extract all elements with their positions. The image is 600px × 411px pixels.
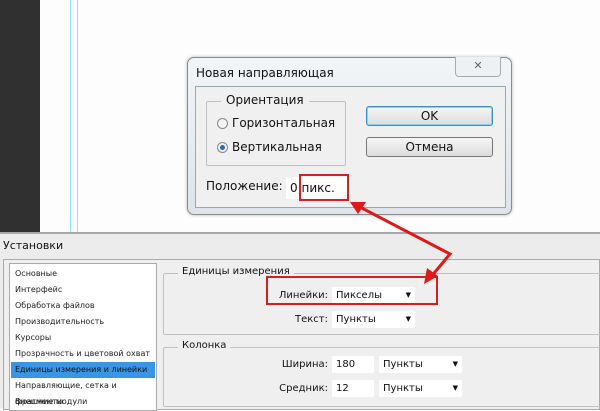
arrow-line	[355, 203, 453, 279]
annotation-arrow	[350, 202, 453, 284]
